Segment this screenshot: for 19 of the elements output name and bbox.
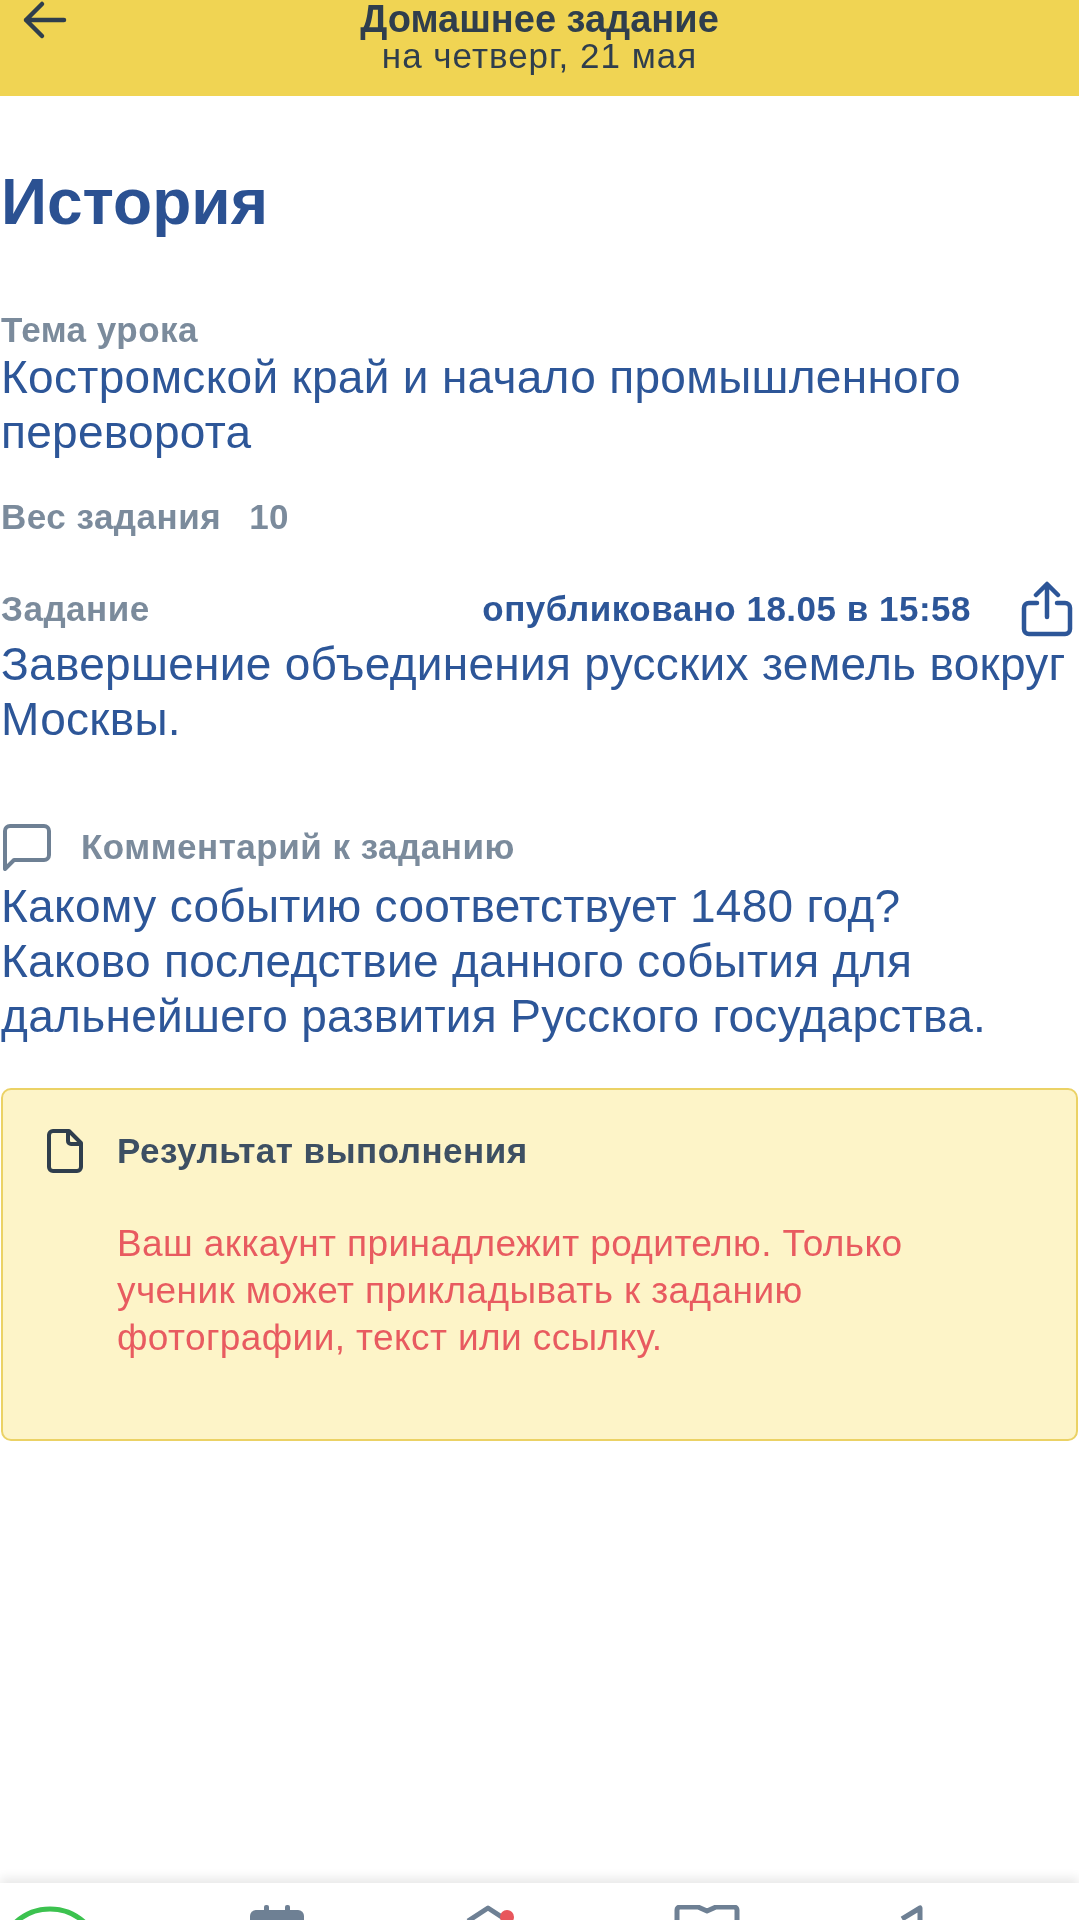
weight-value: 10 (249, 497, 290, 537)
topic-text: Костромской край и начало промышленного переворота (1, 350, 962, 460)
share-icon[interactable] (1021, 581, 1073, 637)
subject-title: История (1, 165, 268, 240)
weight-label: Вес задания (1, 497, 222, 537)
comment-text: Какому событию соответствует 1480 год? Каково последствие данного события для дальнейшего развития Русского государства. (1, 879, 988, 1044)
speech-bubble-icon (2, 823, 52, 871)
calendar-icon[interactable] (248, 1905, 306, 1920)
document-icon (46, 1128, 84, 1174)
ring-icon[interactable] (12, 1905, 88, 1920)
header-title: Домашнее задание (360, 0, 719, 38)
result-title: Результат выполнения (117, 1130, 528, 1172)
published-date: опубликовано 18.05 в 15:58 (482, 589, 971, 629)
book-icon[interactable] (674, 1905, 740, 1920)
result-message: Ваш аккаунт принадлежит родителю. Только ученик может прикладывать к заданию фотографии, текст или ссылку. (117, 1222, 904, 1360)
comment-label: Комментарий к заданию (81, 827, 515, 867)
topic-label: Тема урока (1, 310, 198, 350)
assignment-label: Задание (1, 589, 151, 629)
assignment-text: Завершение объединения русских земель вокруг Москвы. (1, 637, 1067, 747)
